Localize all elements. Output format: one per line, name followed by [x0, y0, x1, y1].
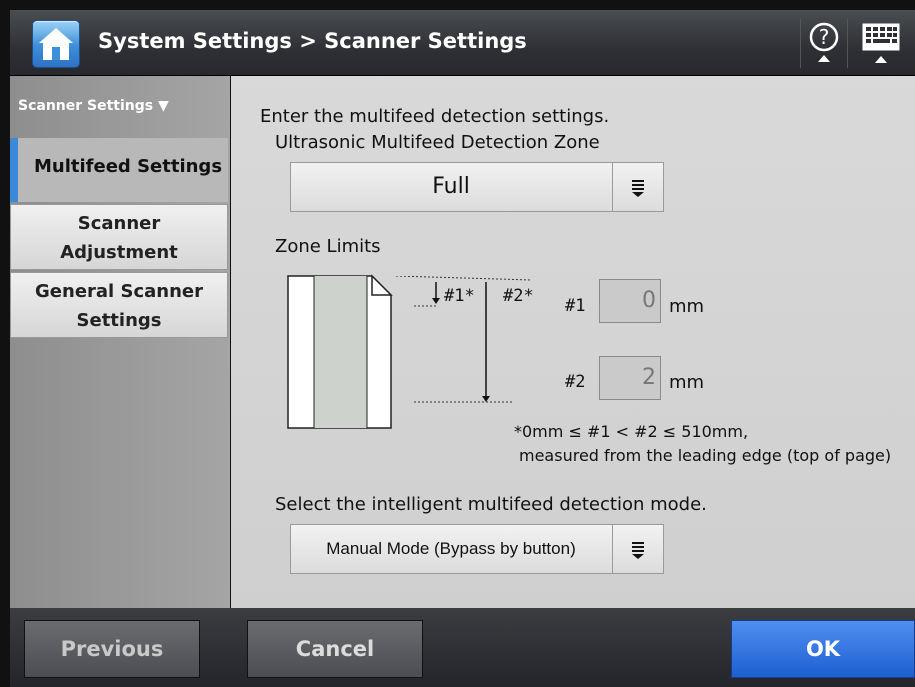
home-button[interactable]: [32, 20, 80, 68]
keyboard-button[interactable]: [854, 18, 908, 68]
mode-label: Select the intelligent multifeed detecti…: [275, 494, 707, 515]
home-icon: [39, 28, 73, 60]
cancel-button[interactable]: Cancel: [247, 620, 423, 678]
sidebar-item-label: General Scanner Settings: [35, 281, 203, 331]
dropdown-icon: [632, 180, 644, 197]
svg-text:?: ?: [819, 25, 830, 49]
main-content: Enter the multifeed detection settings. …: [231, 76, 915, 608]
limit1-label: #1: [565, 296, 586, 316]
sidebar-item-scanner-adjustment[interactable]: Scanner Adjustment: [10, 204, 228, 270]
zone-dropdown-button[interactable]: [612, 163, 663, 211]
limit2-label: #2: [565, 372, 586, 392]
intro-text: Enter the multifeed detection settings.: [260, 106, 610, 127]
diagram-label-1: #1*: [444, 286, 475, 306]
limit1-unit: mm: [669, 296, 705, 317]
note-line-1: *0mm ≤ #1 < #2 ≤ 510mm,: [514, 422, 749, 441]
keyboard-icon: [862, 23, 900, 63]
sidebar-header[interactable]: Scanner Settings ▼: [18, 98, 169, 114]
sidebar-item-label: Scanner Adjustment: [60, 213, 178, 263]
mode-select-value: Manual Mode (Bypass by button): [326, 539, 576, 558]
ok-button[interactable]: OK: [731, 620, 915, 678]
zone-label: Ultrasonic Multifeed Detection Zone: [275, 132, 600, 153]
diagram-label-2: #2*: [503, 286, 534, 306]
title-bar: System Settings > Scanner Settings ?: [10, 10, 915, 76]
zone-select-value: Full: [432, 174, 470, 199]
mode-select[interactable]: Manual Mode (Bypass by button): [290, 524, 664, 574]
help-icon: ?: [809, 22, 839, 62]
footer-bar: Previous Cancel OK: [10, 608, 915, 687]
dropdown-icon: [632, 542, 644, 559]
mode-dropdown-button[interactable]: [612, 525, 663, 573]
limit2-input[interactable]: 2: [599, 356, 661, 400]
sidebar-item-general-scanner-settings[interactable]: General Scanner Settings: [10, 272, 228, 338]
zone-limits-label: Zone Limits: [275, 236, 381, 257]
zone-select[interactable]: Full: [290, 162, 664, 212]
sidebar-item-label: Multifeed Settings: [34, 156, 223, 177]
sidebar: Scanner Settings ▼ Multifeed Settings Sc…: [10, 76, 230, 608]
document-icon: [287, 274, 393, 429]
previous-button[interactable]: Previous: [24, 620, 200, 678]
limit2-unit: mm: [669, 372, 705, 393]
help-button[interactable]: ?: [800, 18, 848, 68]
sidebar-item-multifeed-settings[interactable]: Multifeed Settings: [10, 138, 228, 202]
page-title: System Settings > Scanner Settings: [98, 29, 527, 53]
limit1-input[interactable]: 0: [599, 279, 661, 323]
note-line-2: measured from the leading edge (top of p…: [519, 446, 892, 465]
